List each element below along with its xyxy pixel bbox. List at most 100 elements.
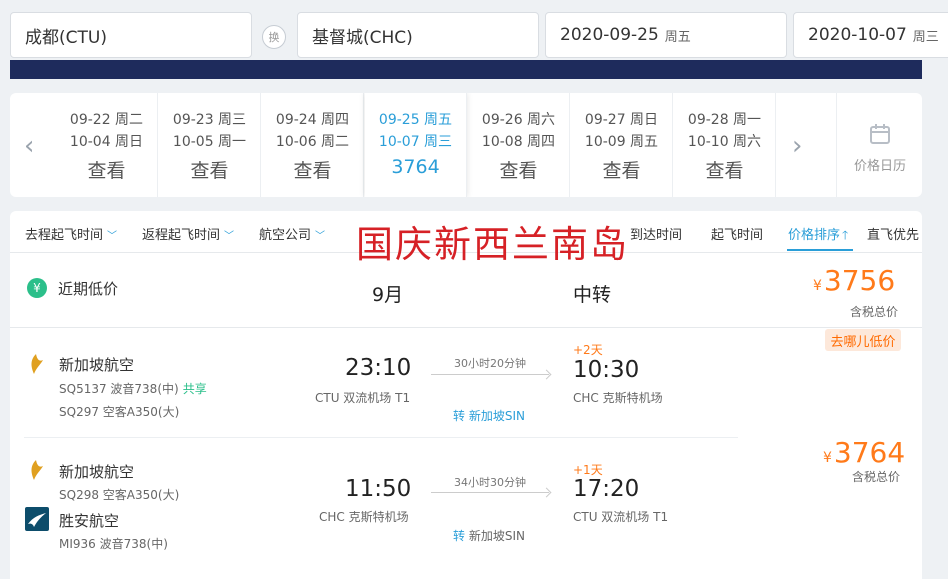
route-arrow [431, 374, 549, 375]
route-arrow [431, 492, 549, 493]
date-return: 10-08 周四 [481, 134, 556, 150]
next-dates-arrow-icon[interactable]: › [792, 131, 802, 161]
return-day-of-week: 周三 [912, 29, 939, 45]
return-date-value: 2020-10-07 [808, 25, 907, 45]
inbound-airline-1: 新加坡航空 [59, 463, 135, 481]
sort-arrive-time[interactable]: 到达时间 [630, 224, 682, 243]
calendar-icon [870, 124, 890, 144]
low-price-note: 含税总价 [850, 305, 899, 319]
inbound-flight-2: MI936 波音738(中) [59, 537, 168, 551]
outbound-airline: 新加坡航空 [59, 356, 135, 374]
outbound-plus-days: +2天 [573, 343, 603, 357]
depart-date-value: 2020-09-25 [560, 25, 659, 45]
overlay-caption: 国庆新西兰南岛 [356, 223, 629, 266]
filter-outbound-time[interactable]: 去程起飞时间 ﹀ [25, 224, 117, 243]
transfer-city: 新加坡SIN [468, 409, 525, 423]
date-outbound: 09-22 周二 [69, 112, 144, 128]
inbound-transfer: 转 新加坡SIN [453, 527, 525, 544]
depart-day-of-week: 周五 [664, 29, 691, 45]
transfer-label: 转 [453, 529, 466, 543]
date-return: 10-10 周六 [687, 134, 762, 150]
filter-return-time[interactable]: 返程起飞时间 ﹀ [142, 224, 234, 243]
date-return: 10-06 周二 [275, 134, 350, 150]
date-outbound: 09-28 周一 [687, 112, 762, 128]
date-option[interactable]: 09-23 周三 10-05 周一 查看 [159, 93, 261, 197]
low-price-type: 中转 [573, 284, 612, 306]
active-sort-underline [787, 249, 853, 251]
sort-direct-first[interactable]: 直飞优先 [867, 224, 919, 243]
destination-input[interactable]: 基督城(CHC) [297, 12, 539, 58]
date-return: 10-05 周一 [172, 134, 247, 150]
date-outbound: 09-26 周六 [481, 112, 556, 128]
filter-airline[interactable]: 航空公司 ﹀ [259, 224, 325, 243]
flight-result-card[interactable]: 新加坡航空 SQ5137 波音738(中) 共享 SQ297 空客A350(大) … [10, 328, 922, 579]
inbound-arr-airport: CTU 双流机场 T1 [573, 510, 669, 524]
date-return: 10-07 周三 [378, 134, 453, 150]
transfer-city: 新加坡SIN [468, 529, 525, 543]
sort-price[interactable]: 价格排序 🡑 [788, 224, 848, 247]
outbound-flight-1: SQ5137 波音738(中) 共享 [59, 380, 207, 397]
currency-symbol: ¥ [823, 450, 832, 466]
arrow-up-icon: 🡑 [842, 228, 849, 242]
date-outbound: 09-25 周五 [378, 112, 453, 128]
silkair-logo-icon [25, 507, 49, 531]
return-date-input[interactable]: 2020-10-07 周三 [793, 12, 948, 58]
outbound-arr-time: 10:30 [573, 357, 640, 383]
yen-badge-icon: ¥ [27, 278, 47, 298]
outbound-flight-1-text: SQ5137 波音738(中) [59, 382, 179, 396]
date-price: 查看 [602, 160, 641, 182]
date-option[interactable]: 09-26 周六 10-08 周四 查看 [468, 93, 570, 197]
date-outbound: 09-24 周四 [275, 112, 350, 128]
inbound-arr-time: 17:20 [573, 476, 640, 502]
date-price: 查看 [705, 160, 744, 182]
inbound-dep-airport: CHC 克斯特机场 [319, 510, 409, 524]
origin-input[interactable]: 成都(CTU) [10, 12, 252, 58]
price-calendar-button[interactable]: 价格日历 [836, 93, 922, 197]
singapore-airlines-logo-icon [31, 460, 43, 480]
date-option[interactable]: 09-27 周日 10-09 周五 查看 [571, 93, 673, 197]
inbound-duration: 34小时30分钟 [454, 476, 526, 489]
sort-price-label: 价格排序 [788, 228, 841, 243]
date-price: 查看 [87, 160, 126, 182]
filter-return-time-label: 返程起飞时间 [142, 228, 221, 243]
sort-takeoff-time[interactable]: 起飞时间 [711, 224, 763, 243]
depart-date-input[interactable]: 2020-09-25 周五 [545, 12, 787, 58]
swap-button[interactable]: 换 [262, 25, 286, 49]
outbound-dep-airport: CTU 双流机场 T1 [315, 391, 411, 405]
origin-value: 成都(CTU) [25, 27, 107, 48]
chevron-down-icon: ﹀ [107, 231, 118, 242]
codeshare-badge: 共享 [182, 382, 207, 396]
date-return: 10-04 周日 [69, 134, 144, 150]
chevron-down-icon: ﹀ [315, 231, 326, 242]
transfer-label: 转 [453, 409, 466, 423]
result-price-value: 3764 [833, 436, 906, 469]
prev-dates-arrow-icon[interactable]: ‹ [24, 131, 34, 161]
inbound-airline-2: 胜安航空 [59, 512, 120, 530]
result-price-note: 含税总价 [852, 470, 901, 484]
price-calendar-label: 价格日历 [853, 159, 906, 174]
date-outbound: 09-27 周日 [584, 112, 659, 128]
outbound-flight-2: SQ297 空客A350(大) [59, 405, 180, 419]
result-price: ¥3764 [823, 436, 905, 469]
leg-divider [24, 437, 738, 438]
filter-airline-label: 航空公司 [259, 228, 312, 243]
filter-outbound-time-label: 去程起飞时间 [25, 228, 104, 243]
inbound-flight-1: SQ298 空客A350(大) [59, 488, 180, 502]
recent-low-label: 近期低价 [58, 280, 119, 298]
low-price-amount: ¥3756 [813, 264, 895, 297]
date-option-selected[interactable]: 09-25 周五 10-07 周三 3764 [365, 93, 467, 197]
inbound-dep-time: 11:50 [345, 476, 412, 502]
chevron-down-icon: ﹀ [224, 231, 235, 242]
ad-banner[interactable] [10, 60, 922, 79]
date-price: 查看 [293, 160, 332, 182]
date-price: 3764 [391, 156, 440, 178]
date-option[interactable]: 09-22 周二 10-04 周日 查看 [56, 93, 158, 197]
outbound-transfer: 转 新加坡SIN [453, 407, 525, 424]
date-option[interactable]: 09-24 周四 10-06 周二 查看 [262, 93, 364, 197]
date-strip: ‹ 09-22 周二 10-04 周日 查看 09-23 周三 10-05 周一… [10, 93, 922, 197]
low-price-month: 9月 [372, 284, 404, 306]
outbound-duration: 30小时20分钟 [454, 357, 526, 370]
outbound-dep-time: 23:10 [345, 355, 412, 381]
date-option[interactable]: 09-28 周一 10-10 周六 查看 [674, 93, 776, 197]
low-price-value: 3756 [823, 264, 896, 297]
